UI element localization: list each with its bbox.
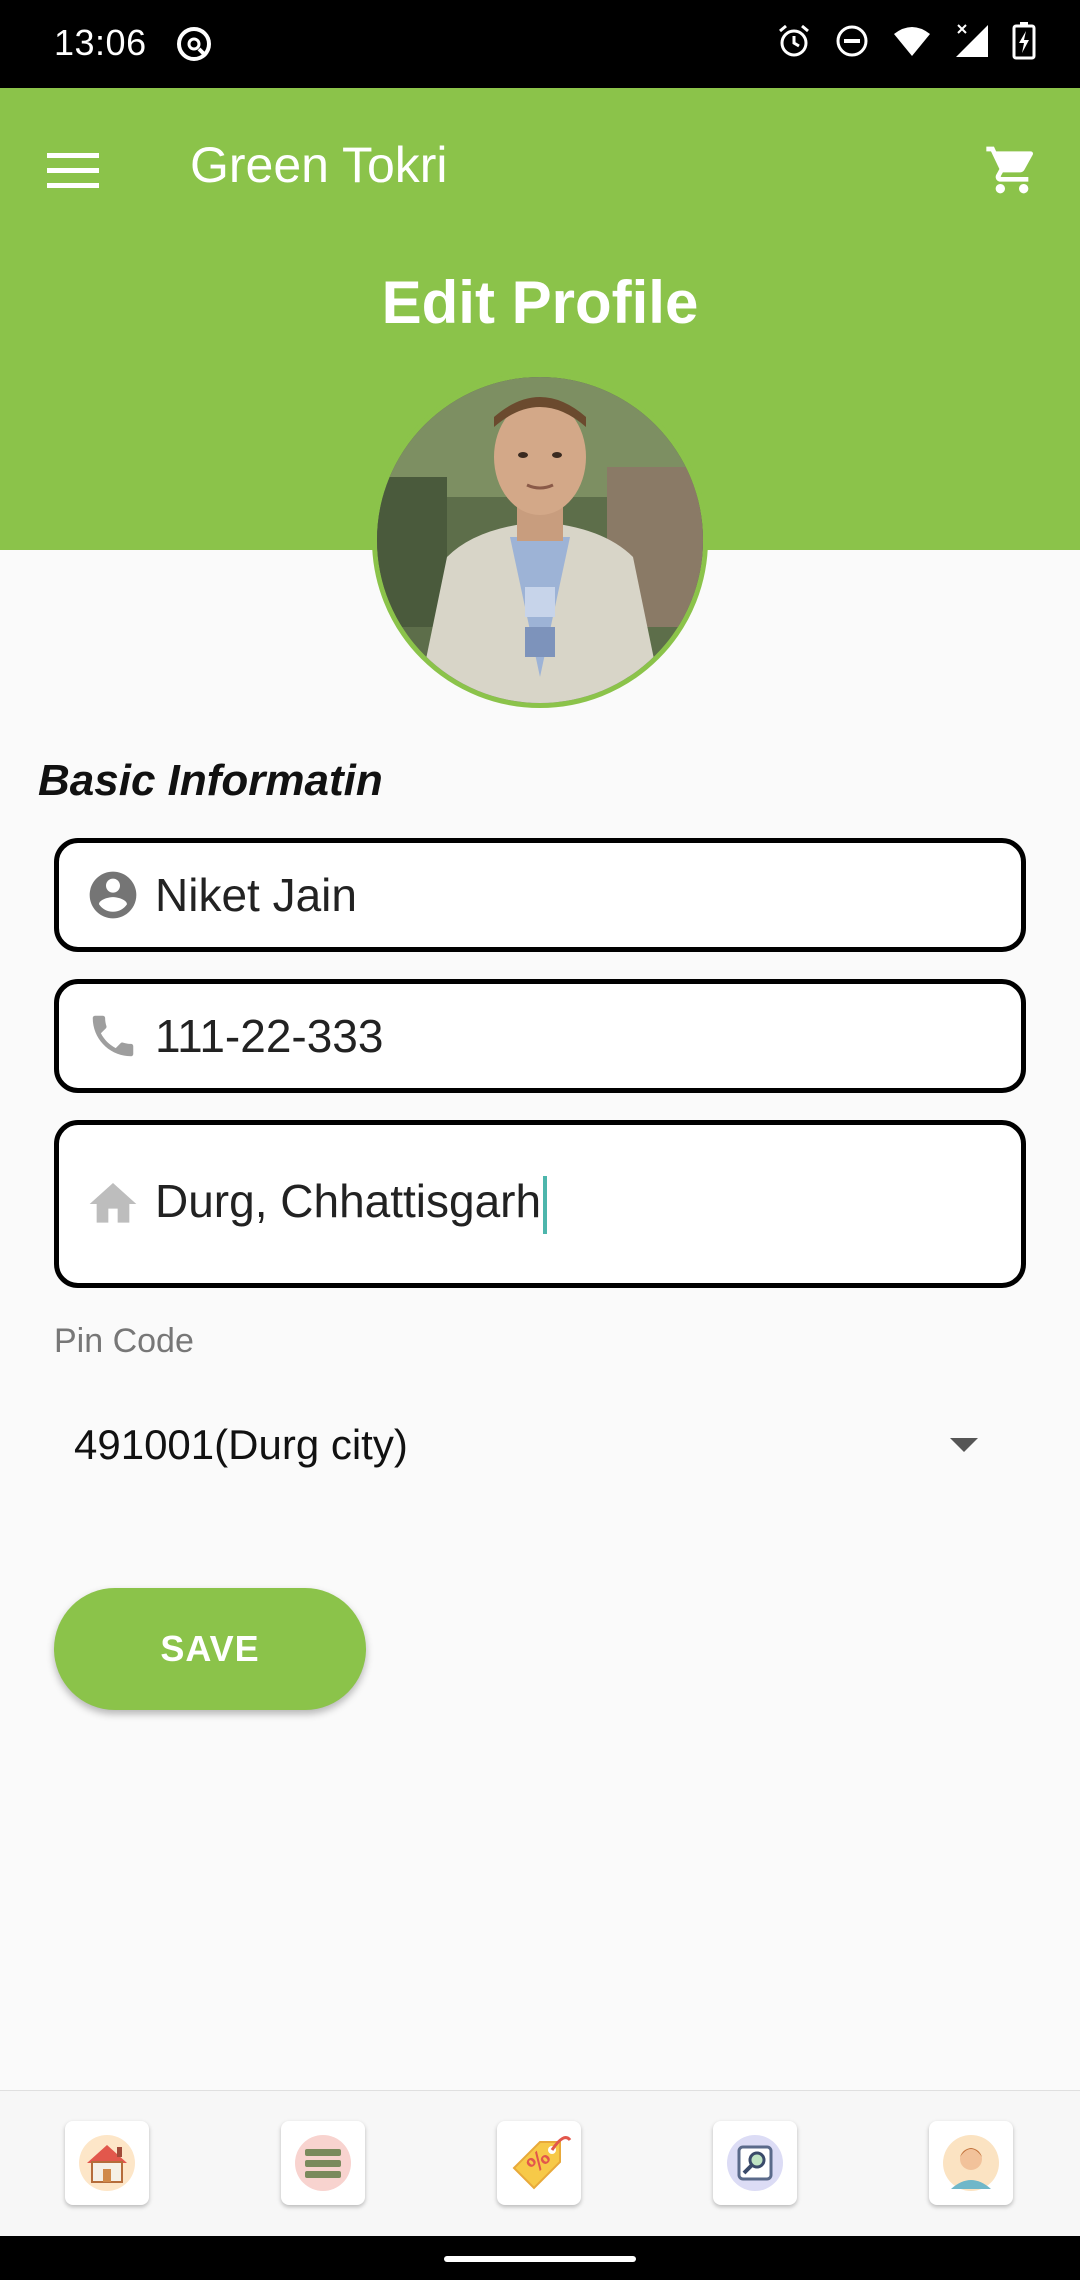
alarm-icon (776, 23, 812, 59)
dropdown-arrow-icon (950, 1438, 978, 1452)
profile-avatar[interactable] (372, 372, 708, 708)
address-field[interactable]: Durg, Chhattisgarh (54, 1120, 1026, 1288)
list-nav-icon (295, 2135, 351, 2191)
hamburger-menu-icon[interactable] (40, 138, 106, 204)
battery-charging-icon (1012, 22, 1036, 60)
home-icon (83, 1174, 143, 1234)
nav-list-button[interactable] (281, 2121, 365, 2205)
page-title: Edit Profile (381, 269, 699, 336)
pin-code-dropdown[interactable]: 491001(Durg city) (54, 1400, 1026, 1490)
name-field[interactable]: Niket Jain (54, 838, 1026, 952)
offers-tag-icon: % (512, 2136, 572, 2190)
status-bar: 13:06 (0, 0, 1080, 88)
address-text: Durg, Chhattisgarh (155, 1175, 542, 1228)
gesture-navigation-bar (0, 2236, 1080, 2280)
phone-value: 111-22-333 (155, 1010, 384, 1062)
text-cursor (543, 1175, 548, 1234)
home-nav-icon (79, 2135, 135, 2191)
phone-field[interactable]: 111-22-333 (54, 979, 1026, 1093)
app-title: Green Tokri (190, 137, 448, 193)
search-nav-icon (727, 2135, 783, 2191)
pin-code-label: Pin Code (54, 1322, 194, 1360)
nav-profile-button[interactable] (929, 2121, 1013, 2205)
do-not-disturb-icon (834, 23, 870, 59)
cart-icon[interactable] (974, 132, 1050, 208)
pin-code-value: 491001(Durg city) (74, 1421, 408, 1468)
status-time: 13:06 (54, 22, 147, 63)
vpn-key-icon (174, 24, 214, 64)
name-value: Niket Jain (155, 869, 357, 921)
wifi-icon (892, 24, 932, 58)
nav-home-button[interactable] (65, 2121, 149, 2205)
section-heading: Basic Informatin (38, 756, 383, 805)
bottom-navigation: % (0, 2090, 1080, 2236)
app-screen: 13:06 Green Tokri Edit Profile Basic Inf… (0, 0, 1080, 2280)
home-gesture-handle[interactable] (444, 2256, 636, 2262)
save-button[interactable]: SAVE (54, 1588, 366, 1710)
profile-nav-icon (943, 2135, 999, 2191)
status-icons (776, 22, 1036, 60)
signal-icon (954, 23, 990, 59)
nav-offers-button[interactable]: % (497, 2121, 581, 2205)
nav-search-button[interactable] (713, 2121, 797, 2205)
address-value: Durg, Chhattisgarh (155, 1174, 548, 1234)
account-circle-icon (83, 865, 143, 925)
phone-icon (83, 1006, 143, 1066)
